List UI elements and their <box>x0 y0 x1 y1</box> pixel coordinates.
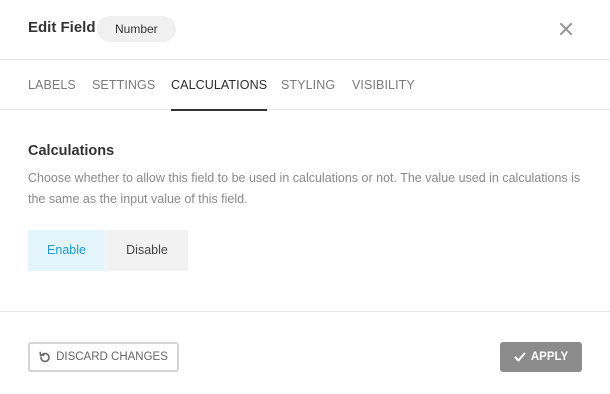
discard-label: DISCARD CHANGES <box>56 351 168 363</box>
calculations-toggle: Enable Disable <box>28 230 188 271</box>
tab-bar: LABELS SETTINGS CALCULATIONS STYLING VIS… <box>0 60 610 111</box>
field-type-badge: Number <box>97 16 176 42</box>
enable-option[interactable]: Enable <box>28 230 105 271</box>
section-title: Calculations <box>28 143 115 159</box>
tab-settings[interactable]: SETTINGS <box>92 60 155 110</box>
tab-calculations[interactable]: CALCULATIONS <box>171 60 268 111</box>
tab-visibility[interactable]: VISIBILITY <box>352 60 415 110</box>
check-icon <box>514 351 526 363</box>
apply-label: APPLY <box>530 351 569 363</box>
disable-option[interactable]: Disable <box>106 230 188 271</box>
close-button[interactable] <box>558 20 574 38</box>
tab-labels[interactable]: LABELS <box>28 60 76 110</box>
discard-changes-button[interactable]: DISCARD CHANGES <box>28 342 179 372</box>
modal-title: Edit Field <box>28 19 96 36</box>
tab-styling[interactable]: STYLING <box>281 60 335 110</box>
apply-button[interactable]: APPLY <box>500 342 582 372</box>
undo-icon <box>39 351 51 363</box>
footer-divider <box>0 311 610 312</box>
modal-header: Edit Field Number <box>0 0 610 60</box>
section-description: Choose whether to allow this field to be… <box>28 171 581 206</box>
close-icon <box>559 22 573 36</box>
